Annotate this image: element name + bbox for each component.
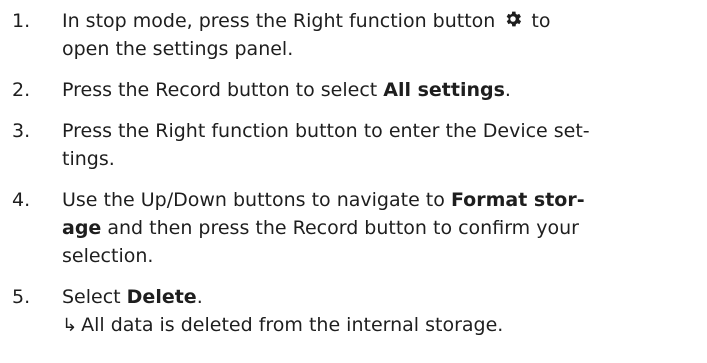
step-5-text: Select [62,286,127,308]
step-number: 4. [12,189,31,211]
step-5-result: ↳ All data is deleted from the internal s… [62,311,662,340]
step-5: 5. Select Delete. ↳ All data is deleted f… [0,283,707,340]
step-text: Select Delete. ↳ All data is deleted from… [62,283,662,340]
step-number: 2. [12,79,31,101]
step-text: Press the Right function button to enter… [62,117,662,173]
step-4: 4. Use the Up/Down buttons to navigate t… [0,186,707,270]
format-storage-term-part1: Format stor- [450,189,585,211]
step-3-line2: tings. [62,148,115,170]
step-1-text-start: In stop mode, press the Right function b… [62,10,496,32]
step-1-text-end: to [531,10,551,32]
result-text: All data is deleted from the internal st… [81,314,504,336]
step-text: Use the Up/Down buttons to navigate to F… [62,186,662,270]
step-4-line2: and then press the Record button to conf… [101,217,579,239]
step-2-period: . [504,79,511,101]
result-arrow-icon: ↳ [62,315,78,336]
step-number: 5. [12,286,31,308]
step-2: 2. Press the Record button to select All… [0,76,707,104]
step-3: 3. Press the Right function button to en… [0,117,707,173]
step-text: In stop mode, press the Right function b… [62,7,662,63]
step-number: 1. [12,10,31,32]
instruction-document: 1. In stop mode, press the Right functio… [0,0,707,363]
step-1-text-line2: open the settings panel. [62,38,294,60]
step-2-text: Press the Record button to select [62,79,384,101]
step-5-period: . [196,286,203,308]
step-1: 1. In stop mode, press the Right functio… [0,7,707,63]
step-text: Press the Record button to select All se… [62,76,662,104]
delete-term: Delete [126,286,197,308]
step-number: 3. [12,120,31,142]
step-4-line3: selection. [62,245,154,267]
format-storage-term-part2: age [62,217,102,239]
steps-list: 1. In stop mode, press the Right functio… [0,7,707,340]
all-settings-term: All settings [383,79,505,101]
step-3-line1: Press the Right function button to enter… [62,120,590,142]
step-4-line1: Use the Up/Down buttons to navigate to [62,189,451,211]
gear-icon [507,11,522,27]
